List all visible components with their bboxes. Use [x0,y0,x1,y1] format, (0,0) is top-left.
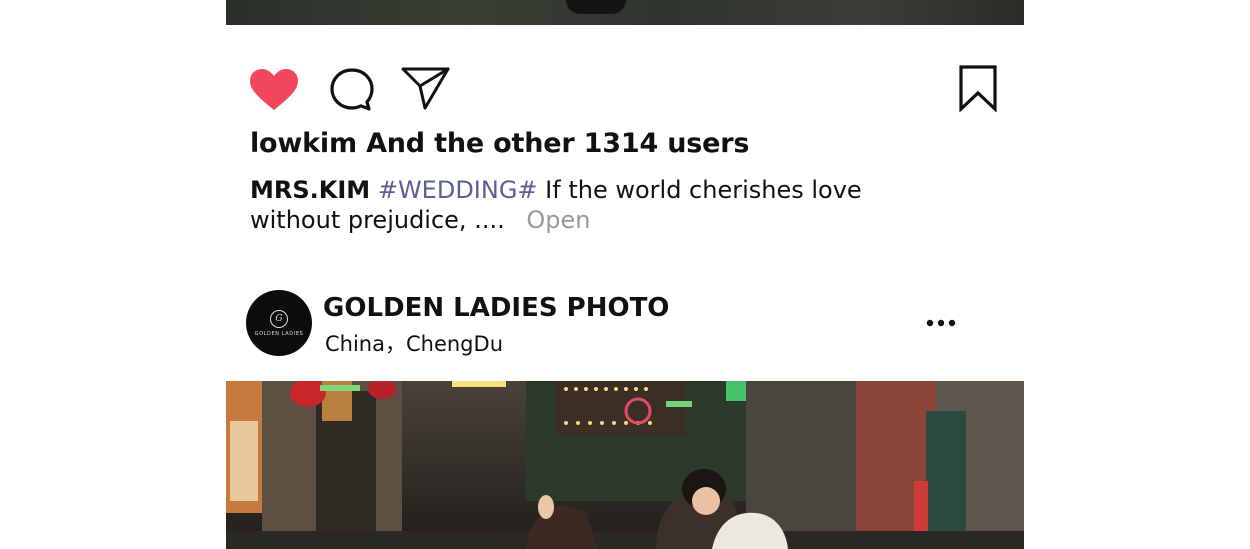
comment-button[interactable] [326,64,378,116]
account-location[interactable]: China，ChengDu [325,328,503,358]
more-options-button[interactable] [922,308,960,338]
photo-figure [566,0,626,14]
caption-open-link[interactable]: Open [526,206,590,234]
post-caption: MRS.KIM #WEDDING# If the world cherishes… [250,175,950,235]
account-name[interactable]: GOLDEN LADIES PHOTO [323,293,669,323]
like-button[interactable] [248,64,300,116]
paper-plane-icon [401,67,450,110]
caption-author[interactable]: MRS.KIM [250,176,370,204]
post-actions [248,62,998,114]
comment-icon [330,68,374,111]
caption-hashtag[interactable]: #WEDDING# [378,176,538,204]
bookmark-icon [959,65,997,112]
avatar[interactable]: G GOLDEN LADIES [246,290,312,356]
post-photo-illustration [226,381,1024,549]
post-photo[interactable] [226,381,1024,549]
heart-icon [250,69,298,110]
save-button[interactable] [952,62,1004,114]
feed: lowkim And the other 1314 users MRS.KIM … [0,0,1250,549]
previous-post-photo[interactable] [226,0,1024,25]
likes-count[interactable]: lowkim And the other 1314 users [250,128,749,159]
golden-ladies-logo-icon: G [270,309,288,328]
avatar-logo-text: GOLDEN LADIES [254,330,304,337]
share-button[interactable] [400,62,452,114]
ellipsis-icon [926,319,956,327]
